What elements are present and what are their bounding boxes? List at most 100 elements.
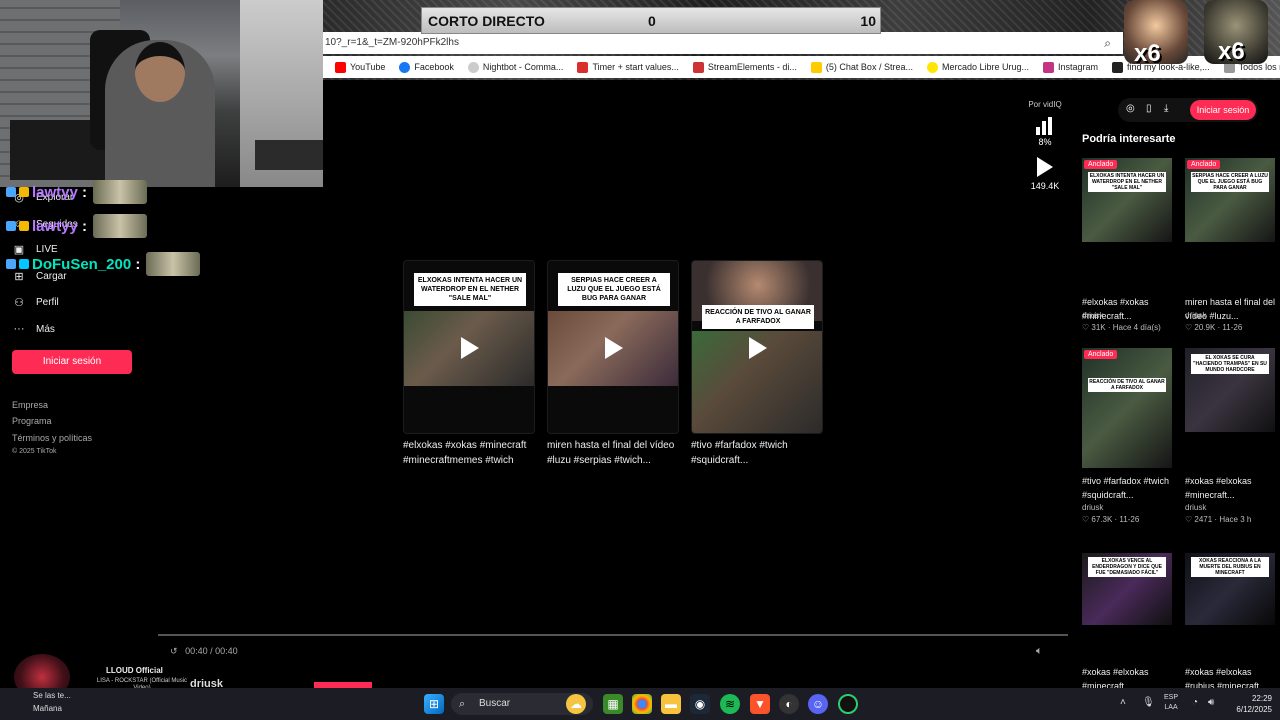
recommended-title[interactable]: #xokas #elxokas #minecraft...	[1185, 474, 1280, 502]
nav-mas[interactable]: ··· Más	[12, 323, 55, 335]
recommended-thumbnail[interactable]: Anclado SERPIAS HACE CREER A LUZU QUE EL …	[1185, 158, 1275, 242]
video-caption: REACCIÓN DE TIVO AL GANAR A FARFADOX	[702, 305, 814, 330]
obs-icon[interactable]: ◐	[779, 694, 799, 714]
microphone-icon[interactable]: 🎙︎	[1142, 697, 1155, 708]
right-login-button[interactable]: Iniciar sesión	[1190, 100, 1256, 120]
progress-bar[interactable]	[158, 634, 1068, 636]
youtube-icon	[335, 61, 346, 73]
recommended-thumbnail[interactable]: Anclado ELXOKAS INTENTA HACER UN WATERDRO…	[1082, 158, 1172, 242]
video-title[interactable]: #tivo #farfadox #twich #squidcraft...	[691, 438, 831, 468]
brave-icon[interactable]: ▼	[750, 694, 770, 714]
steam-icon[interactable]: ◉	[690, 694, 710, 714]
bookmark-youtube[interactable]: YouTube	[335, 61, 385, 73]
recommended-thumbnail[interactable]: ELXOKAS VENCE AL ENDERDRAGON Y DICE QUE …	[1082, 553, 1172, 625]
bookmark-nightbot[interactable]: Nightbot - Comma...	[467, 61, 563, 73]
bookmark-streamelements[interactable]: StreamElements - di...	[692, 61, 797, 73]
play-icon[interactable]	[605, 337, 623, 359]
video-caption: ELXOKAS INTENTA HACER UN WATERDROP EN EL…	[414, 273, 526, 307]
recommended-title[interactable]: #tivo #farfadox #twich #squidcraft...	[1082, 474, 1177, 502]
login-button[interactable]: Iniciar sesión	[12, 350, 132, 374]
video-caption: SERPIAS HACE CREER A LUZU QUE EL JUEGO E…	[558, 273, 670, 307]
chat-message: DoFuSen_200 :	[6, 252, 201, 276]
video-card[interactable]: ELXOKAS INTENTA HACER UN WATERDROP EN EL…	[403, 260, 535, 434]
weather-subtitle: Se las te...	[33, 691, 71, 700]
heart-icon: ♡	[1185, 515, 1193, 524]
speaker-icon[interactable]: 🔊︎	[1208, 697, 1214, 708]
chat-message: lawtyy :	[6, 180, 148, 204]
recommended-author[interactable]: driusk	[1082, 503, 1103, 512]
bookmark-timer[interactable]: Timer + start values...	[577, 61, 679, 73]
video-title[interactable]: #elxokas #xokas #minecraft #minecraftmem…	[403, 438, 543, 468]
spotify-icon[interactable]: ≋	[720, 694, 740, 714]
person-icon: ⚇	[14, 297, 24, 309]
video-card[interactable]: SERPIAS HACE CREER A LUZU QUE EL JUEGO E…	[547, 260, 679, 434]
footer-link[interactable]: Términos y políticas	[12, 433, 92, 443]
play-icon[interactable]	[749, 337, 767, 359]
vidiq-percent: 8%	[1038, 137, 1052, 147]
thumbnail-caption: XOKAS REACCIONA A LA MUERTE DEL RUBIUS E…	[1191, 557, 1269, 577]
bookmark-facebook[interactable]: Facebook	[399, 61, 454, 73]
address-bar[interactable]: 10?_r=1&_t=ZM-920hPFk2lhs ⌕	[323, 32, 1123, 54]
emote-image	[93, 214, 148, 238]
bookmark-instagram[interactable]: Instagram	[1043, 61, 1098, 73]
recommended-author[interactable]: driusk	[1082, 311, 1103, 320]
download-icon[interactable]: ⤓	[1164, 103, 1168, 114]
chrome-icon[interactable]	[632, 694, 652, 714]
weather-icon[interactable]: ☁	[566, 694, 586, 714]
weather-label: Mañana	[33, 704, 62, 713]
recommended-stats: ♡ 31K · Hace 4 día(s)	[1082, 323, 1161, 332]
footer-link[interactable]: Empresa	[12, 400, 48, 410]
bookmark-mercadolibre[interactable]: Mercado Libre Urug...	[926, 61, 1029, 73]
zoom-icon[interactable]: ⌕	[1104, 32, 1111, 54]
start-icon[interactable]: ⊞	[424, 694, 444, 714]
folder-icon[interactable]: ▬	[661, 694, 681, 714]
play-icon[interactable]	[1037, 157, 1053, 177]
recommended-author[interactable]: driusk	[1185, 311, 1206, 320]
vidiq-views: 149.4K	[1030, 181, 1060, 191]
crown-icon	[19, 221, 29, 231]
vidiq-label: Por vidIQ	[1028, 100, 1062, 109]
nav-perfil[interactable]: ⚇ Perfil	[12, 296, 59, 309]
network-icon[interactable]: ◔	[1192, 697, 1198, 708]
recommended-thumbnail[interactable]: Anclado REACCIÓN DE TIVO AL GANAR A FARFA…	[1082, 348, 1172, 468]
heart-icon: ♡	[1082, 323, 1090, 332]
search-icon: ⌕	[459, 698, 466, 710]
instagram-icon	[1043, 61, 1055, 73]
video-title[interactable]: miren hasta el final del vídeo #luzu #se…	[547, 438, 687, 468]
music-widget: LLOUD Official LISA - ROCKSTAR (Official…	[10, 654, 190, 700]
url-text: 10?_r=1&_t=ZM-920hPFk2lhs	[325, 37, 459, 48]
chat-message: lawtyy :	[6, 214, 148, 238]
compass-icon[interactable]: ◎	[1126, 103, 1135, 114]
mercadolibre-icon	[926, 61, 938, 73]
tray-chevron-icon[interactable]: ˄	[1120, 697, 1126, 708]
language-indicator[interactable]: ESP LAA	[1164, 693, 1178, 713]
recommended-thumbnail[interactable]: EL XOKAS SE CURA "HACIENDO TRAMPAS" EN S…	[1185, 348, 1275, 432]
discord-icon[interactable]: ☺	[808, 694, 828, 714]
music-artist: LLOUD Official	[106, 666, 163, 675]
crown-icon	[19, 187, 29, 197]
volume-icon[interactable]: 🔈︎	[1036, 645, 1043, 658]
multiplier-label: x6	[1134, 40, 1161, 67]
lookalike-icon	[1112, 61, 1124, 73]
recommended-stats: ♡ 20.9K · 11-26	[1185, 323, 1243, 332]
taskbar-clock[interactable]: 22:29 6/12/2025	[1236, 693, 1272, 715]
video-card[interactable]: REACCIÓN DE TIVO AL GANAR A FARFADOX	[691, 260, 823, 434]
recommended-thumbnail[interactable]: XOKAS REACCIONA A LA MUERTE DEL RUBIUS E…	[1185, 553, 1275, 625]
badge-icon	[6, 221, 16, 231]
minecraft-icon[interactable]: ▦	[603, 694, 623, 714]
phone-icon[interactable]: ▯	[1146, 103, 1152, 114]
footer-link[interactable]: Programa	[12, 416, 52, 426]
webcam-feed	[0, 0, 323, 187]
left-score: 0	[648, 13, 656, 29]
vidiq-panel: Por vidIQ 8% 149.4K	[1025, 100, 1065, 191]
bookmark-chatbox[interactable]: (5) Chat Box / Strea...	[810, 61, 913, 73]
app-icon[interactable]	[838, 694, 858, 714]
recommended-stats: ♡ 2471 · Hace 3 h	[1185, 515, 1252, 524]
heart-icon: ♡	[1082, 515, 1090, 524]
recommendations-heading: Podría interesarte	[1082, 133, 1176, 145]
facebook-icon	[399, 61, 411, 73]
scoreboard-title: CORTO DIRECTO	[428, 13, 545, 29]
play-icon[interactable]	[461, 337, 479, 359]
recommended-author[interactable]: driusk	[1185, 503, 1206, 512]
emote-image	[93, 180, 148, 204]
